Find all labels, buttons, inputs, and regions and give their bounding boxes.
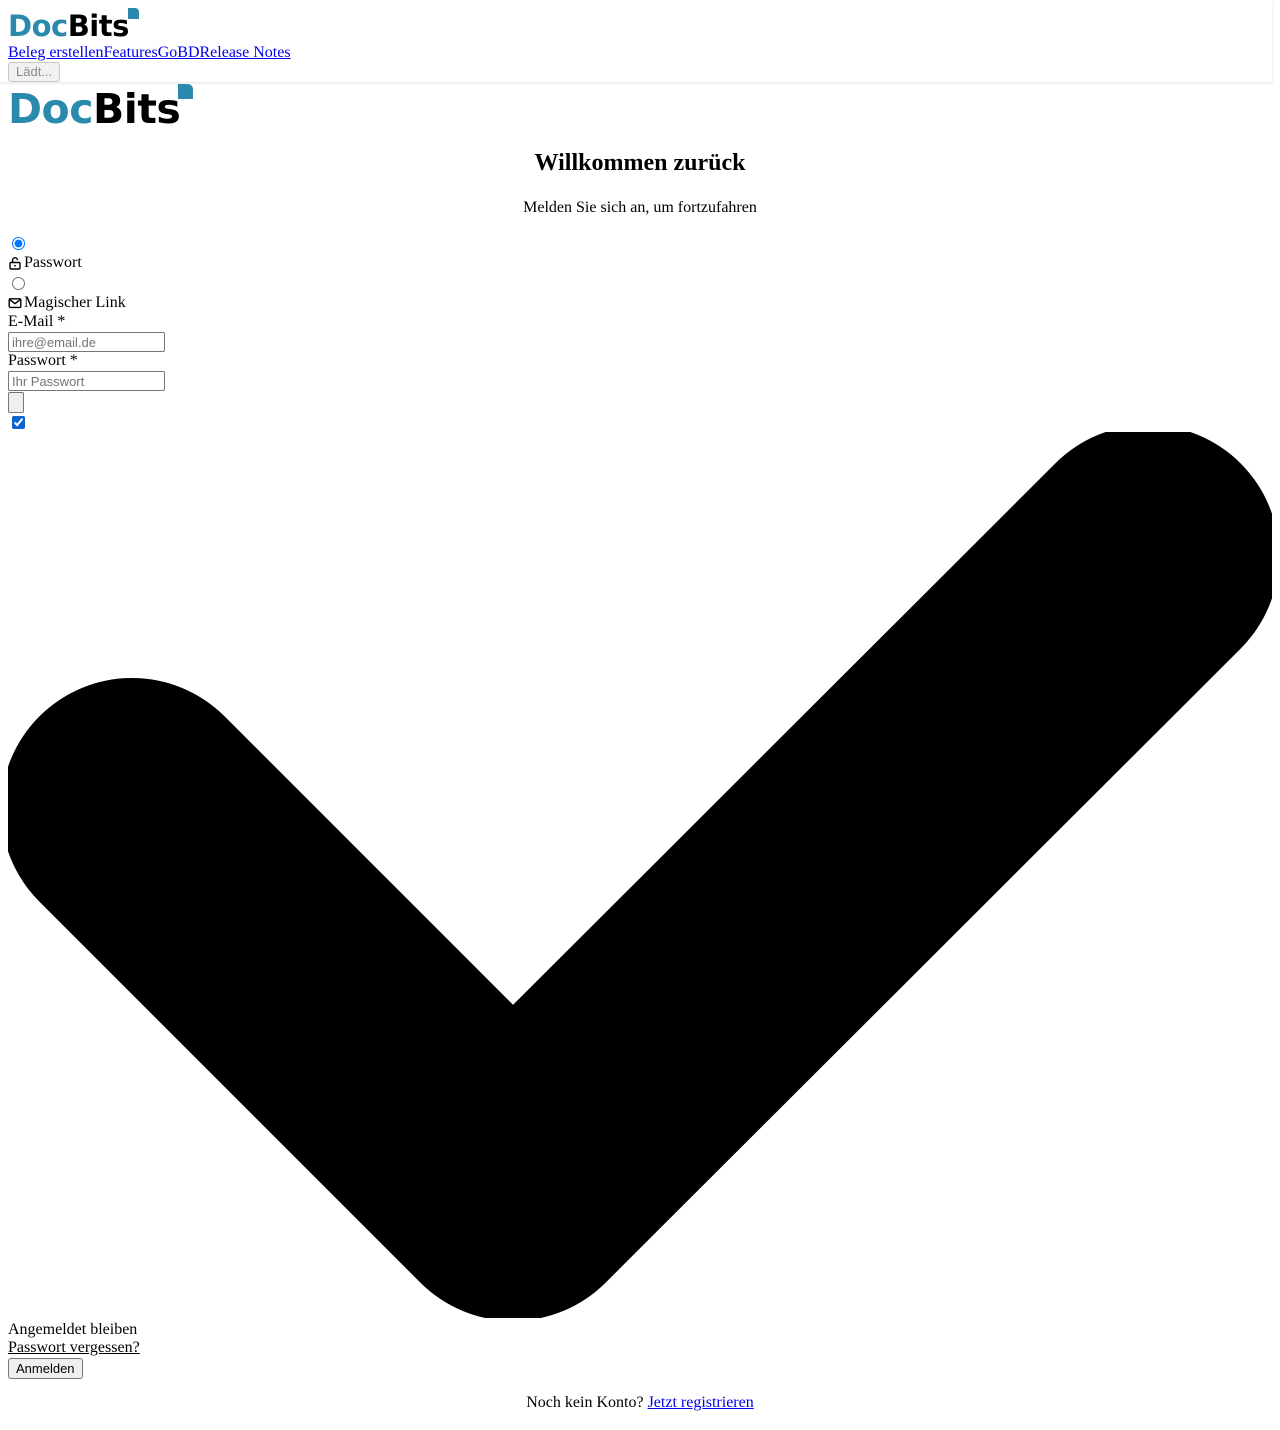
login-submit-button[interactable]: Anmelden — [8, 1358, 83, 1379]
nav-link-gobd[interactable]: GoBD — [158, 44, 200, 61]
main-nav: Beleg erstellenFeaturesGoBDRelease Notes — [8, 44, 291, 62]
register-link[interactable]: Jetzt registrieren — [648, 1394, 754, 1411]
email-input[interactable] — [8, 332, 165, 352]
method-password-label[interactable]: Passwort — [8, 254, 82, 272]
site-header: DocBits Beleg erstellenFeaturesGoBDRelea… — [0, 0, 1272, 82]
remember-label[interactable]: Angemeldet bleiben — [8, 1321, 137, 1339]
email-label: E-Mail * — [8, 313, 66, 330]
lock-open-icon — [9, 257, 21, 270]
remember-checkbox[interactable] — [12, 416, 25, 429]
password-visibility-toggle[interactable] — [8, 392, 24, 413]
loading-button: Lädt... — [8, 62, 61, 82]
nav-link-features[interactable]: Features — [104, 44, 158, 61]
password-label: Passwort * — [8, 352, 78, 369]
method-magic-link-radio[interactable] — [12, 277, 25, 290]
method-magic-link-label[interactable]: Magischer Link — [8, 294, 126, 312]
method-password-radio[interactable] — [12, 237, 25, 250]
nav-link-release-notes[interactable]: Release Notes — [200, 44, 291, 61]
register-prompt: Noch kein Konto? Jetzt registrieren — [526, 1394, 754, 1411]
page-title: Willkommen zurück — [534, 150, 746, 176]
brand-logo[interactable]: DocBits — [8, 8, 139, 43]
page-subtitle: Melden Sie sich an, um fortzufahren — [523, 199, 757, 216]
nav-link-beleg-erstellen[interactable]: Beleg erstellen — [8, 44, 104, 61]
forgot-password-link[interactable]: Passwort vergessen? — [8, 1339, 140, 1357]
check-icon — [8, 432, 1272, 1318]
brand-logo-mark — [127, 8, 139, 19]
brand-logo-text: DocBits — [8, 9, 129, 43]
mail-icon — [8, 298, 22, 309]
login-logo-mark — [178, 84, 194, 99]
login-logo: DocBits — [8, 84, 194, 130]
password-input[interactable] — [8, 371, 165, 391]
